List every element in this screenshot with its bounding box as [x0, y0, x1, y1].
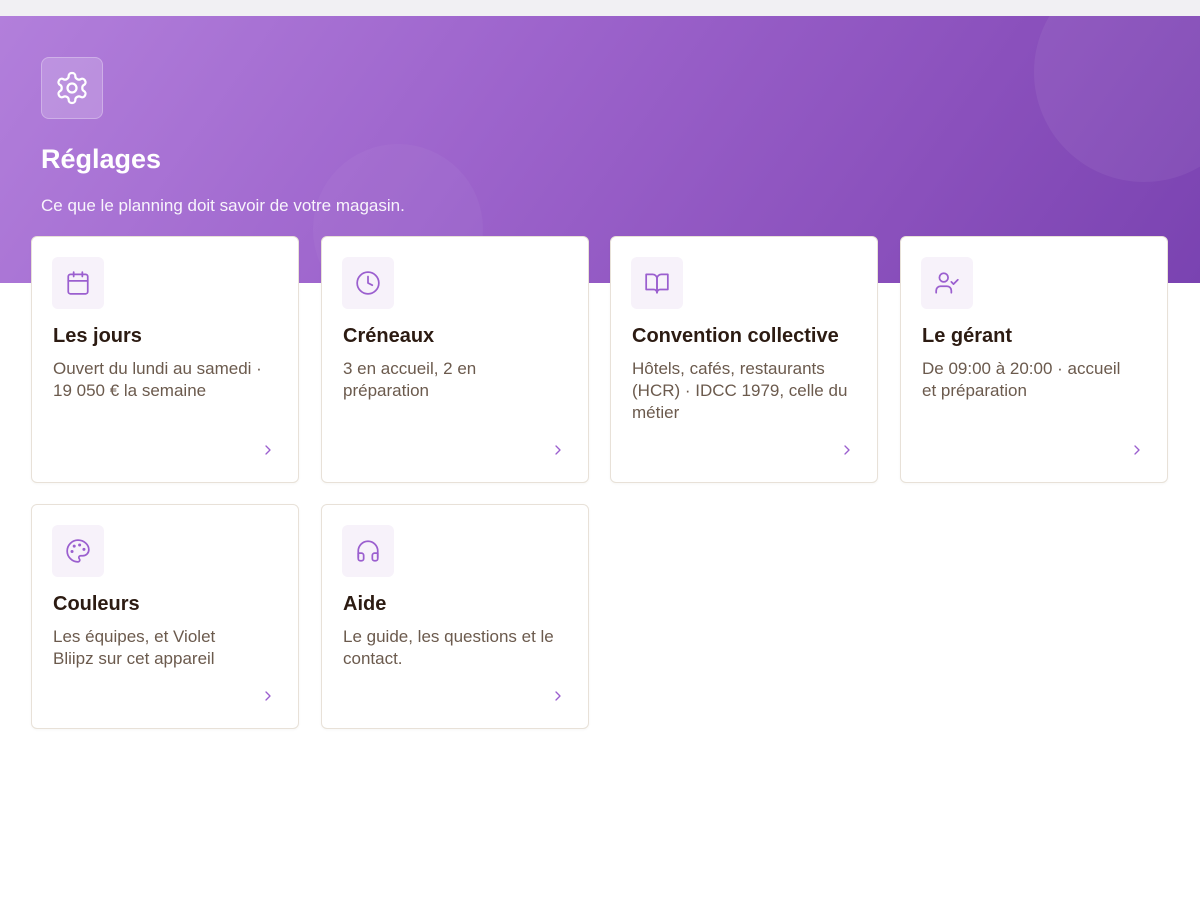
browser-top-strip [0, 0, 1200, 16]
settings-card-gerant[interactable]: Le gérant De 09:00 à 20:00 · accueil et … [900, 236, 1168, 483]
user-check-icon [921, 257, 973, 309]
settings-card-creneaux[interactable]: Créneaux 3 en accueil, 2 en préparation [321, 236, 589, 483]
chevron-right-icon [265, 691, 271, 701]
card-description: Ouvert du lundi au samedi · 19 050 € la … [53, 359, 262, 400]
settings-card-jours[interactable]: Les jours Ouvert du lundi au samedi · 19… [31, 236, 299, 483]
palette-icon [52, 525, 104, 577]
calendar-icon [52, 257, 104, 309]
card-title: Couleurs [53, 593, 140, 615]
header-decoration-circle [1034, 16, 1200, 182]
chevron-right-icon [844, 445, 850, 455]
card-description: 3 en accueil, 2 en préparation [343, 359, 477, 400]
settings-card-convention[interactable]: Convention collective Hôtels, cafés, res… [610, 236, 878, 483]
headphones-icon [342, 525, 394, 577]
page-title: Réglages [41, 144, 162, 174]
settings-card-aide[interactable]: Aide Le guide, les questions et le conta… [321, 504, 589, 729]
chevron-right-icon [555, 445, 561, 455]
card-title: Convention collective [632, 325, 839, 347]
card-description: Hôtels, cafés, restaurants (HCR) · IDCC … [632, 359, 848, 422]
card-title: Les jours [53, 325, 142, 347]
chevron-right-icon [1134, 445, 1140, 455]
gear-icon [41, 57, 103, 119]
card-title: Aide [343, 593, 387, 615]
clock-icon [342, 257, 394, 309]
chevron-right-icon [265, 445, 271, 455]
chevron-right-icon [555, 691, 561, 701]
card-description: De 09:00 à 20:00 · accueil et préparatio… [922, 359, 1121, 400]
book-icon [631, 257, 683, 309]
card-title: Le gérant [922, 325, 1013, 347]
card-description: Les équipes, et Violet Bliipz sur cet ap… [53, 627, 216, 668]
card-description: Le guide, les questions et le contact. [343, 627, 554, 668]
page-subtitle: Ce que le planning doit savoir de votre … [41, 196, 405, 215]
settings-card-couleurs[interactable]: Couleurs Les équipes, et Violet Bliipz s… [31, 504, 299, 729]
card-title: Créneaux [343, 325, 435, 347]
